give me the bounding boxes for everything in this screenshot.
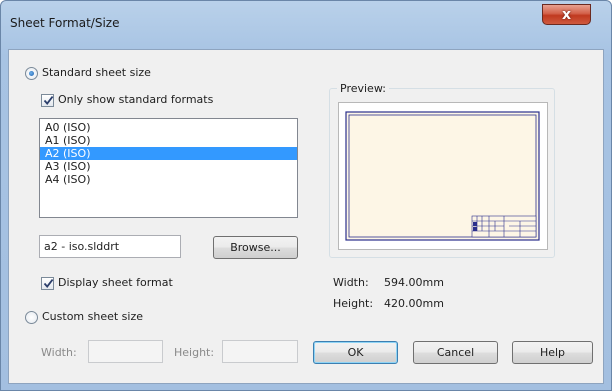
sheet-preview-image [345, 111, 540, 241]
preview-box [338, 102, 548, 250]
sheet-height-value: 420.00mm [384, 297, 444, 310]
close-button[interactable]: x [542, 4, 591, 25]
standard-sheet-size-label: Standard sheet size [42, 66, 151, 79]
cancel-button[interactable]: Cancel [413, 341, 498, 364]
preview-label: Preview: [337, 82, 389, 95]
sheet-format-list[interactable]: A0 (ISO) A1 (ISO) A2 (ISO) A3 (ISO) A4 (… [39, 118, 298, 218]
display-sheet-format-label: Display sheet format [58, 276, 173, 289]
custom-width-field[interactable] [88, 340, 163, 363]
custom-width-label: Width: [41, 346, 77, 359]
standard-sheet-size-radio[interactable] [25, 67, 38, 80]
display-sheet-format-checkbox[interactable] [41, 277, 54, 290]
sheet-width-label: Width: [333, 276, 369, 289]
custom-sheet-size-label: Custom sheet size [42, 310, 144, 323]
custom-height-label: Height: [174, 346, 215, 359]
title-bar[interactable]: Sheet Format/Size [1, 1, 611, 33]
custom-height-field[interactable] [222, 340, 298, 363]
only-standard-formats-label: Only show standard formats [58, 93, 214, 106]
sheet-width-value: 594.00mm [384, 276, 444, 289]
ok-button[interactable]: OK [313, 341, 398, 364]
list-item[interactable]: A4 (ISO) [40, 173, 297, 186]
only-standard-formats-checkbox[interactable] [41, 94, 54, 107]
list-item[interactable]: A1 (ISO) [40, 134, 297, 147]
window-title: Sheet Format/Size [10, 16, 120, 30]
custom-sheet-size-radio[interactable] [25, 311, 38, 324]
checkmark-icon [43, 96, 54, 106]
checkmark-icon [43, 279, 54, 289]
sheet-height-label: Height: [333, 297, 374, 310]
list-item-selected[interactable]: A2 (ISO) [40, 147, 297, 160]
sheet-format-file-field[interactable]: a2 - iso.slddrt [39, 235, 181, 258]
browse-button[interactable]: Browse... [213, 236, 298, 259]
title-block [471, 215, 537, 238]
list-item[interactable]: A0 (ISO) [40, 121, 297, 134]
list-item[interactable]: A3 (ISO) [40, 160, 297, 173]
help-button[interactable]: Help [512, 341, 593, 364]
close-icon: x [561, 6, 572, 23]
